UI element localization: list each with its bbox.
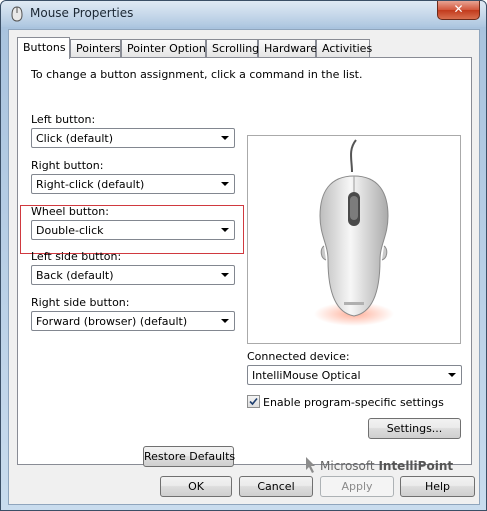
program-specific-checkbox[interactable] — [247, 395, 260, 408]
brand-microsoft: Microsoft — [320, 459, 375, 473]
brand-text: Microsoft IntelliPoint — [320, 459, 453, 473]
chevron-down-icon — [221, 228, 229, 232]
right-button-value: Right-click (default) — [36, 178, 145, 191]
right-side-button-label: Right side button: — [31, 296, 130, 309]
mouse-properties-window: Mouse Properties ✕ Buttons Pointers Poin… — [0, 0, 487, 511]
tab-pointer-options[interactable]: Pointer Options — [121, 39, 212, 58]
window-title: Mouse Properties — [30, 6, 134, 20]
help-button[interactable]: Help — [400, 476, 475, 497]
restore-defaults-button[interactable]: Restore Defaults — [143, 446, 235, 467]
tab-buttons[interactable]: Buttons — [17, 37, 70, 59]
mouse-icon — [11, 6, 23, 22]
program-specific-label[interactable]: Enable program-specific settings — [263, 396, 444, 409]
cursor-logo-icon — [306, 457, 315, 473]
mouse-illustration — [314, 139, 394, 326]
apply-button[interactable]: Apply — [320, 476, 394, 497]
left-button-value: Click (default) — [36, 132, 113, 145]
close-button[interactable]: ✕ — [437, 1, 480, 20]
cancel-button[interactable]: Cancel — [239, 476, 313, 497]
wheel-button-label: Wheel button: — [31, 205, 109, 218]
settings-button[interactable]: Settings... — [368, 418, 461, 439]
chevron-down-icon — [221, 182, 229, 186]
connected-device-value: IntelliMouse Optical — [252, 369, 361, 382]
brand-intellipoint: IntelliPoint — [378, 459, 454, 473]
title-bar[interactable]: Mouse Properties ✕ — [1, 1, 486, 27]
right-side-button-dropdown[interactable]: Forward (browser) (default) — [31, 311, 235, 331]
tab-hardware[interactable]: Hardware — [258, 39, 317, 58]
right-side-button-value: Forward (browser) (default) — [36, 315, 188, 328]
tab-pointers[interactable]: Pointers — [70, 39, 121, 58]
left-side-button-value: Back (default) — [36, 269, 114, 282]
left-side-button-dropdown[interactable]: Back (default) — [31, 265, 235, 285]
left-button-dropdown[interactable]: Click (default) — [31, 128, 235, 148]
dialog-client-area: Buttons Pointers Pointer Options Scrolli… — [8, 29, 480, 505]
checkmark-icon — [249, 397, 258, 406]
connected-device-dropdown[interactable]: IntelliMouse Optical — [247, 365, 462, 385]
left-side-button-label: Left side button: — [31, 250, 122, 263]
right-button-label: Right button: — [31, 159, 104, 172]
mouse-image-box — [247, 135, 461, 344]
chevron-down-icon — [448, 373, 456, 377]
instruction-text: To change a button assignment, click a c… — [31, 68, 363, 81]
chevron-down-icon — [221, 136, 229, 140]
chevron-down-icon — [221, 273, 229, 277]
tab-activities[interactable]: Activities — [316, 39, 372, 58]
left-button-label: Left button: — [31, 113, 96, 126]
buttons-tab-panel: To change a button assignment, click a c… — [17, 57, 472, 473]
connected-device-label: Connected device: — [247, 350, 350, 363]
wheel-button-dropdown[interactable]: Double-click — [31, 220, 235, 240]
chevron-down-icon — [221, 319, 229, 323]
tab-scrolling[interactable]: Scrolling — [206, 39, 259, 58]
right-button-dropdown[interactable]: Right-click (default) — [31, 174, 235, 194]
ok-button[interactable]: OK — [160, 476, 232, 497]
wheel-button-value: Double-click — [36, 224, 104, 237]
